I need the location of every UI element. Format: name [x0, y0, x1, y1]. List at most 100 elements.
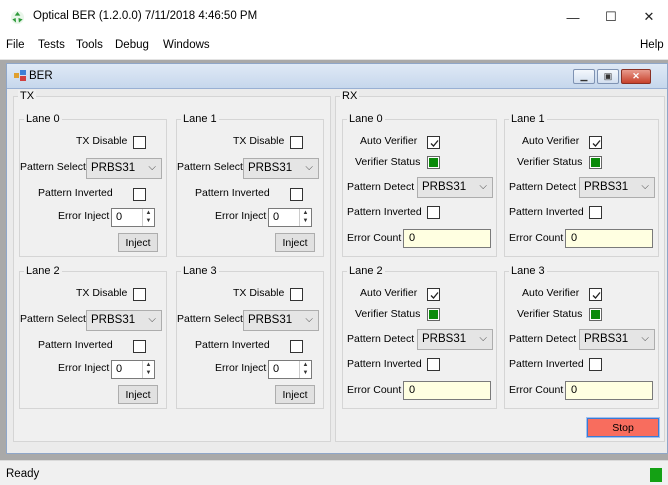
chevron-down-icon: ⌵ [479, 181, 487, 192]
menu-debug[interactable]: Debug [115, 39, 149, 51]
auto-verifier-checkbox[interactable] [427, 288, 440, 301]
child-minimize-button[interactable]: ▁ [573, 69, 595, 84]
pattern-inverted-checkbox[interactable] [589, 206, 602, 219]
restore-icon: ▣ [603, 71, 613, 81]
error-count-label: Error Count [509, 384, 564, 396]
recycle-icon [10, 10, 25, 25]
error-count-value: 0 [571, 232, 578, 244]
ber-window-title-bar[interactable]: BER ▁ ▣ ✕ [7, 64, 667, 89]
pattern-inverted-checkbox[interactable] [427, 206, 440, 219]
auto-verifier-checkbox[interactable] [427, 136, 440, 149]
ber-window-icon [14, 70, 26, 81]
pattern-inverted-checkbox[interactable] [133, 340, 146, 353]
pattern-inverted-label: Pattern Inverted [38, 187, 113, 199]
pattern-inverted-label: Pattern Inverted [38, 339, 113, 351]
spin-arrows-icon[interactable]: ▲ ▼ [299, 361, 311, 378]
child-restore-button[interactable]: ▣ [597, 69, 619, 84]
error-inject-label: Error Inject [58, 362, 110, 374]
lane-label: Lane 2 [24, 265, 62, 277]
pattern-select-dropdown[interactable]: PRBS31 ⌵ [243, 158, 319, 179]
pattern-detect-dropdown[interactable]: PRBS31 ⌵ [579, 177, 655, 198]
inject-button[interactable]: Inject [118, 233, 158, 252]
spin-arrows-icon[interactable]: ▲ ▼ [142, 361, 154, 378]
pattern-select-value: PRBS31 [248, 314, 293, 326]
error-inject-value: 0 [273, 363, 280, 375]
ber-window-label: BER [29, 70, 53, 82]
error-count-label: Error Count [347, 232, 402, 244]
error-inject-label: Error Inject [215, 210, 267, 222]
error-inject-stepper[interactable]: 0 ▲ ▼ [111, 208, 155, 227]
tx-group: TX Lane 0 TX Disable Pattern Select PRBS… [13, 90, 331, 442]
close-button[interactable]: ✕ [631, 4, 667, 30]
verifier-status-indicator [589, 156, 602, 169]
child-close-button[interactable]: ✕ [621, 69, 651, 84]
pattern-detect-label: Pattern Detect [347, 333, 415, 345]
pattern-detect-dropdown[interactable]: PRBS31 ⌵ [579, 329, 655, 350]
verifier-status-label: Verifier Status [355, 156, 421, 168]
pattern-inverted-checkbox[interactable] [290, 188, 303, 201]
pattern-detect-label: Pattern Detect [347, 181, 415, 193]
stop-button[interactable]: Stop [586, 417, 660, 438]
auto-verifier-label: Auto Verifier [360, 135, 418, 147]
tx-disable-checkbox[interactable] [133, 136, 146, 149]
tx-lane-0: Lane 0 TX Disable Pattern Select PRBS31 … [19, 113, 167, 257]
close-icon: ✕ [643, 9, 655, 24]
tx-group-label: TX [18, 90, 37, 102]
tx-disable-checkbox[interactable] [133, 288, 146, 301]
pattern-inverted-checkbox[interactable] [290, 340, 303, 353]
pattern-select-label: Pattern Select [177, 313, 243, 325]
inject-button[interactable]: Inject [275, 385, 315, 404]
pattern-inverted-checkbox[interactable] [589, 358, 602, 371]
pattern-select-value: PRBS31 [91, 314, 136, 326]
pattern-select-dropdown[interactable]: PRBS31 ⌵ [243, 310, 319, 331]
tx-disable-checkbox[interactable] [290, 288, 303, 301]
menu-tests[interactable]: Tests [38, 39, 65, 51]
minimize-icon: ▁ [580, 71, 588, 81]
chevron-down-icon: ⌵ [305, 162, 313, 173]
pattern-detect-dropdown[interactable]: PRBS31 ⌵ [417, 177, 493, 198]
rx-lane-1: Lane 1 Auto Verifier Verifier Status Pat… [504, 113, 659, 257]
pattern-select-dropdown[interactable]: PRBS31 ⌵ [86, 158, 162, 179]
chevron-down-icon: ⌵ [641, 333, 649, 344]
inject-button[interactable]: Inject [275, 233, 315, 252]
rx-group-label: RX [340, 90, 360, 102]
pattern-inverted-label: Pattern Inverted [347, 206, 422, 218]
chevron-down-icon: ⌵ [641, 181, 649, 192]
menu-file[interactable]: File [6, 39, 25, 51]
menu-tools[interactable]: Tools [76, 39, 103, 51]
tx-disable-checkbox[interactable] [290, 136, 303, 149]
pattern-select-value: PRBS31 [91, 162, 136, 174]
error-count-label: Error Count [347, 384, 402, 396]
error-count-label: Error Count [509, 232, 564, 244]
chevron-down-icon: ⌵ [148, 162, 156, 173]
verifier-status-label: Verifier Status [517, 156, 583, 168]
pattern-inverted-checkbox[interactable] [427, 358, 440, 371]
status-bar: Ready [0, 460, 668, 485]
pattern-select-label: Pattern Select [20, 313, 86, 325]
spin-arrows-icon[interactable]: ▲ ▼ [142, 209, 154, 226]
auto-verifier-checkbox[interactable] [589, 288, 602, 301]
pattern-inverted-label: Pattern Inverted [509, 206, 584, 218]
spin-arrows-icon[interactable]: ▲ ▼ [299, 209, 311, 226]
pattern-select-dropdown[interactable]: PRBS31 ⌵ [86, 310, 162, 331]
pattern-detect-value: PRBS31 [584, 333, 629, 345]
menu-help[interactable]: Help [640, 39, 664, 51]
tx-lane-3: Lane 3 TX Disable Pattern Select PRBS31 … [176, 265, 324, 409]
auto-verifier-checkbox[interactable] [589, 136, 602, 149]
pattern-detect-dropdown[interactable]: PRBS31 ⌵ [417, 329, 493, 350]
pattern-detect-label: Pattern Detect [509, 333, 577, 345]
minimize-button[interactable]: — [555, 4, 591, 30]
error-inject-stepper[interactable]: 0 ▲ ▼ [111, 360, 155, 379]
minimize-icon: — [566, 9, 580, 25]
menu-windows[interactable]: Windows [163, 39, 210, 51]
error-inject-stepper[interactable]: 0 ▲ ▼ [268, 360, 312, 379]
tx-lane-1: Lane 1 TX Disable Pattern Select PRBS31 … [176, 113, 324, 257]
checkmark-icon [592, 292, 601, 299]
maximize-button[interactable]: ☐ [593, 4, 629, 30]
error-count-field: 0 [565, 381, 653, 400]
lane-label: Lane 0 [347, 113, 385, 125]
pattern-inverted-checkbox[interactable] [133, 188, 146, 201]
mdi-workspace: BER ▁ ▣ ✕ TX Lane 0 TX Disable Pattern S… [0, 60, 668, 460]
error-inject-stepper[interactable]: 0 ▲ ▼ [268, 208, 312, 227]
inject-button[interactable]: Inject [118, 385, 158, 404]
